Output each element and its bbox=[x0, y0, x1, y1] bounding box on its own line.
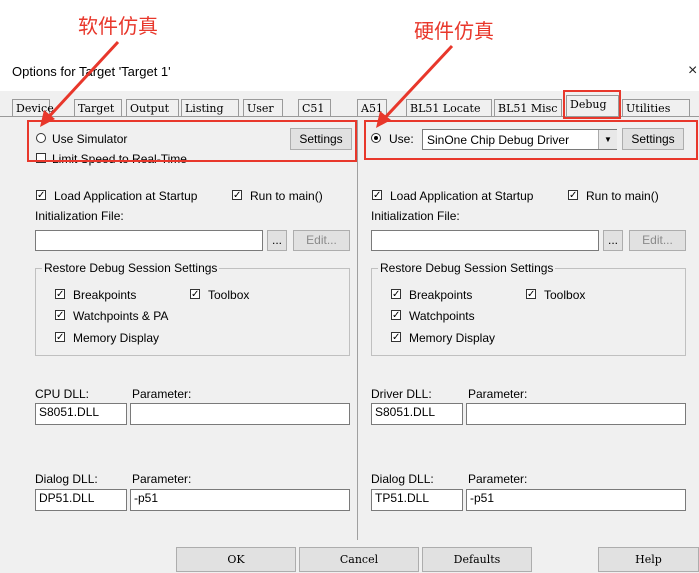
hardware-sim-arrow bbox=[379, 44, 454, 124]
annotation-arrows bbox=[40, 40, 454, 128]
software-sim-arrow bbox=[43, 40, 120, 123]
